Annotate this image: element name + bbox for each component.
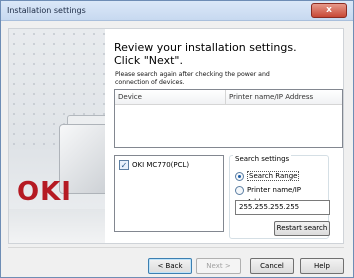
search-hint: Please search again after checking the p… [115, 71, 339, 87]
back-button[interactable]: < Back [148, 258, 192, 274]
hint-line-1: Please search again after checking the p… [115, 71, 270, 78]
help-button[interactable]: Help [300, 258, 344, 274]
close-button[interactable]: x [311, 3, 347, 18]
title-bar: Installation settings x [1, 1, 353, 21]
footer-separator [8, 247, 344, 248]
next-button[interactable]: Next > [196, 258, 241, 274]
radio-unselected-icon[interactable] [235, 186, 244, 195]
radio-selected-icon[interactable] [235, 172, 244, 181]
page-heading: Review your installation settings. Click… [114, 41, 342, 67]
search-range-input[interactable]: 255.255.255.255 [235, 200, 330, 215]
search-range-label: Search Range [247, 171, 300, 181]
printer-name-ip-radio[interactable]: Printer name/IP Address [235, 184, 328, 206]
heading-line-2: Click "Next". [114, 54, 183, 67]
search-settings-title: Search settings [233, 155, 292, 163]
close-icon: x [326, 5, 332, 15]
hint-line-2: connection of devices. [115, 79, 185, 86]
device-table[interactable]: Device Printer name/IP Address [114, 89, 343, 148]
search-settings-group: Search settings Search Range Printer nam… [229, 155, 330, 239]
cancel-button[interactable]: Cancel [250, 258, 294, 274]
restart-search-button[interactable]: Restart search [274, 221, 330, 236]
checkbox-checked-icon[interactable]: ✓ [119, 160, 129, 170]
printer-list-item-label: OKI MC770(PCL) [132, 161, 190, 169]
list-item[interactable]: ✓ OKI MC770(PCL) [119, 159, 189, 171]
illustration-floor [9, 209, 105, 243]
window-title: Installation settings [7, 6, 86, 15]
column-header-printer-name[interactable]: Printer name/IP Address [226, 90, 342, 105]
search-range-radio[interactable]: Search Range [235, 170, 300, 182]
printer-list[interactable]: ✓ OKI MC770(PCL) [114, 155, 224, 232]
brand-logo: OKI [17, 177, 72, 207]
printer-illustration: OKI [9, 29, 105, 243]
column-header-device[interactable]: Device [115, 90, 226, 105]
heading-line-1: Review your installation settings. [114, 41, 297, 54]
